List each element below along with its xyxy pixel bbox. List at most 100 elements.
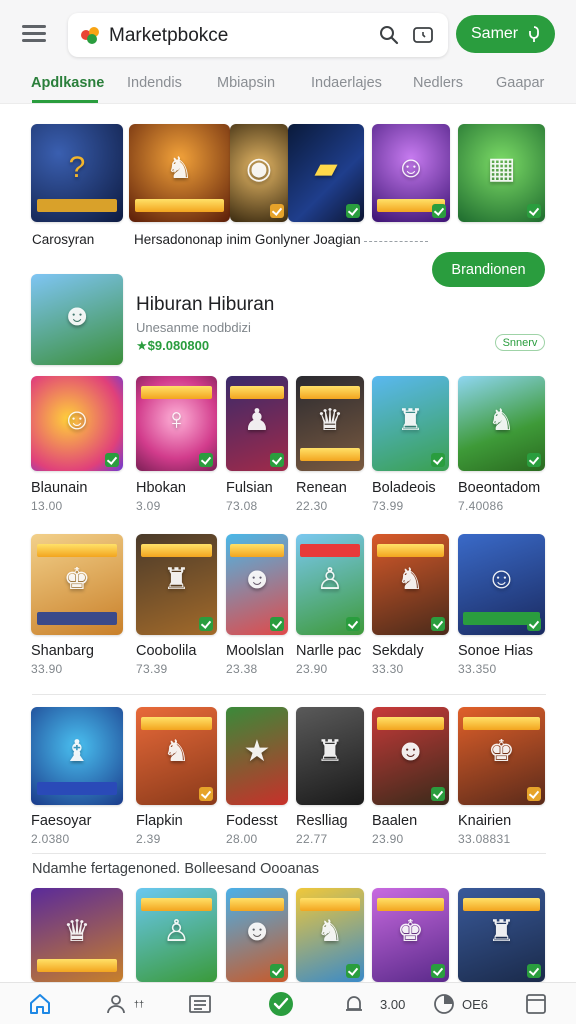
clock-icon <box>434 994 454 1014</box>
app-tile[interactable]: ♙ <box>296 534 364 635</box>
app-tile[interactable]: ♝ <box>31 707 123 805</box>
app-meta: 7.40086 <box>458 499 504 513</box>
nav-home[interactable] <box>28 991 52 1017</box>
app-tile[interactable]: ☺ <box>458 534 545 635</box>
sign-in-label: Samer <box>471 25 519 42</box>
app-meta: 73.08 <box>226 499 258 513</box>
featured-subtitle: Unesanme nodbdizi <box>136 320 251 335</box>
profile-label: †† <box>134 999 145 1009</box>
home-icon <box>30 994 50 1014</box>
mic-icon <box>529 26 539 42</box>
app-meta: 23.90 <box>296 662 328 676</box>
app-meta: 3.09 <box>136 499 161 513</box>
section-divider <box>32 853 546 854</box>
app-meta: 23.38 <box>226 662 258 676</box>
app-name: Flapkin <box>136 813 183 829</box>
carousel-tile[interactable]: ▦ <box>458 124 545 222</box>
app-meta: 2.0380 <box>31 832 70 846</box>
app-name: Renean <box>296 480 347 496</box>
app-name: Reslliag <box>296 813 348 829</box>
sign-in-button[interactable]: Samer <box>456 15 555 53</box>
section-divider <box>32 694 546 695</box>
install-button[interactable]: Brandionen <box>432 252 545 287</box>
app-tile[interactable]: ☻ <box>372 707 449 805</box>
featured-app-icon[interactable]: ☻ <box>31 274 123 365</box>
nav-history[interactable]: OE6 <box>432 991 488 1017</box>
app-tile[interactable]: ♜ <box>136 534 217 635</box>
app-tile[interactable]: ♜ <box>296 707 364 805</box>
app-meta: 73.39 <box>136 662 168 676</box>
app-meta: 73.99 <box>372 499 404 513</box>
app-name: Sonoe Hias <box>458 643 533 659</box>
nav-profile[interactable]: †† <box>104 991 144 1017</box>
tab-mbiapsin[interactable]: Mbiapsin <box>217 75 275 91</box>
profile-icon <box>107 995 125 1014</box>
app-meta: 22.77 <box>296 832 328 846</box>
nav-window[interactable] <box>525 991 547 1017</box>
tab-indendis[interactable]: Indendis <box>127 75 182 91</box>
app-meta: 13.00 <box>31 499 63 513</box>
tab-apps[interactable]: Apdlkasne <box>31 75 104 91</box>
app-meta: 2.39 <box>136 832 161 846</box>
search-icon[interactable] <box>378 24 400 46</box>
app-tile[interactable]: ♀ <box>136 376 217 471</box>
app-name: Boeontadom <box>458 480 541 496</box>
notification-count: 3.00 <box>380 996 406 1012</box>
app-tile[interactable]: ♛ <box>31 888 123 982</box>
tab-gaapar[interactable]: Gaapar <box>496 75 544 91</box>
app-tile[interactable]: ♙ <box>136 888 217 982</box>
app-tile[interactable]: ♜ <box>372 376 449 471</box>
tab-nedlers[interactable]: Nedlers <box>413 75 463 91</box>
app-name: Blaunain <box>31 480 88 496</box>
nav-list[interactable] <box>188 991 212 1017</box>
app-tile[interactable]: ♚ <box>372 888 449 982</box>
bell-icon <box>346 996 362 1011</box>
featured-price: ★$9.080800 <box>136 338 210 353</box>
carousel-tile[interactable]: ◉ <box>230 124 288 222</box>
app-tile[interactable]: ♛ <box>296 376 364 471</box>
app-name: Faesoyar <box>31 813 92 829</box>
app-tile[interactable]: ♞ <box>372 534 449 635</box>
app-meta: 28.00 <box>226 832 258 846</box>
nav-notifications[interactable]: 3.00 <box>342 991 405 1017</box>
tab-indaerlajes[interactable]: Indaerlajes <box>311 75 382 91</box>
app-tile[interactable]: ♜ <box>458 888 545 982</box>
menu-icon[interactable] <box>22 23 48 43</box>
window-icon <box>526 994 546 1014</box>
carousel-tile[interactable]: ? <box>31 124 123 222</box>
search-bar[interactable]: Marketpbokce <box>68 13 448 57</box>
carousel-caption-left: Carosyran <box>32 232 95 247</box>
app-name: Sekdaly <box>372 643 424 659</box>
app-tile[interactable]: ★ <box>226 707 288 805</box>
app-tile[interactable]: ♚ <box>458 707 545 805</box>
app-name: Hbokan <box>136 480 186 496</box>
carousel-tile[interactable]: ▰ <box>288 124 364 222</box>
carousel-tile[interactable]: ♞ <box>129 124 230 222</box>
app-tile[interactable]: ☺ <box>31 376 123 471</box>
app-meta: 33.30 <box>372 662 404 676</box>
app-name: Narlle pac <box>296 643 362 659</box>
app-tile[interactable]: ♚ <box>31 534 123 635</box>
wallet-icon[interactable] <box>412 24 434 46</box>
app-title: Marketpbokce <box>109 25 229 46</box>
list-icon <box>189 995 211 1013</box>
carousel-tile[interactable]: ☺ <box>372 124 450 222</box>
bottom-navigation: †† 3.00 OE6 <box>0 982 576 1024</box>
app-tile[interactable]: ♞ <box>296 888 364 982</box>
app-tile[interactable]: ☻ <box>226 534 288 635</box>
app-name: Shanbarg <box>31 643 94 659</box>
app-name: Coobolila <box>136 643 197 659</box>
app-name: Baalen <box>372 813 418 829</box>
app-name: Knairien <box>458 813 512 829</box>
app-meta: 23.90 <box>372 832 404 846</box>
section-heading: Ndamhe fertagenoned. Bolleesand Oooanas <box>32 861 319 877</box>
app-tile[interactable]: ♞ <box>136 707 217 805</box>
app-tile[interactable]: ☻ <box>226 888 288 982</box>
store-logo-icon <box>81 27 99 44</box>
app-tile[interactable]: ♞ <box>458 376 545 471</box>
app-meta: 33.90 <box>31 662 63 676</box>
featured-tag-button[interactable]: Snnerv <box>495 334 545 351</box>
app-tile[interactable]: ♟ <box>226 376 288 471</box>
caption-divider <box>364 241 428 242</box>
nav-verified[interactable] <box>268 991 294 1017</box>
